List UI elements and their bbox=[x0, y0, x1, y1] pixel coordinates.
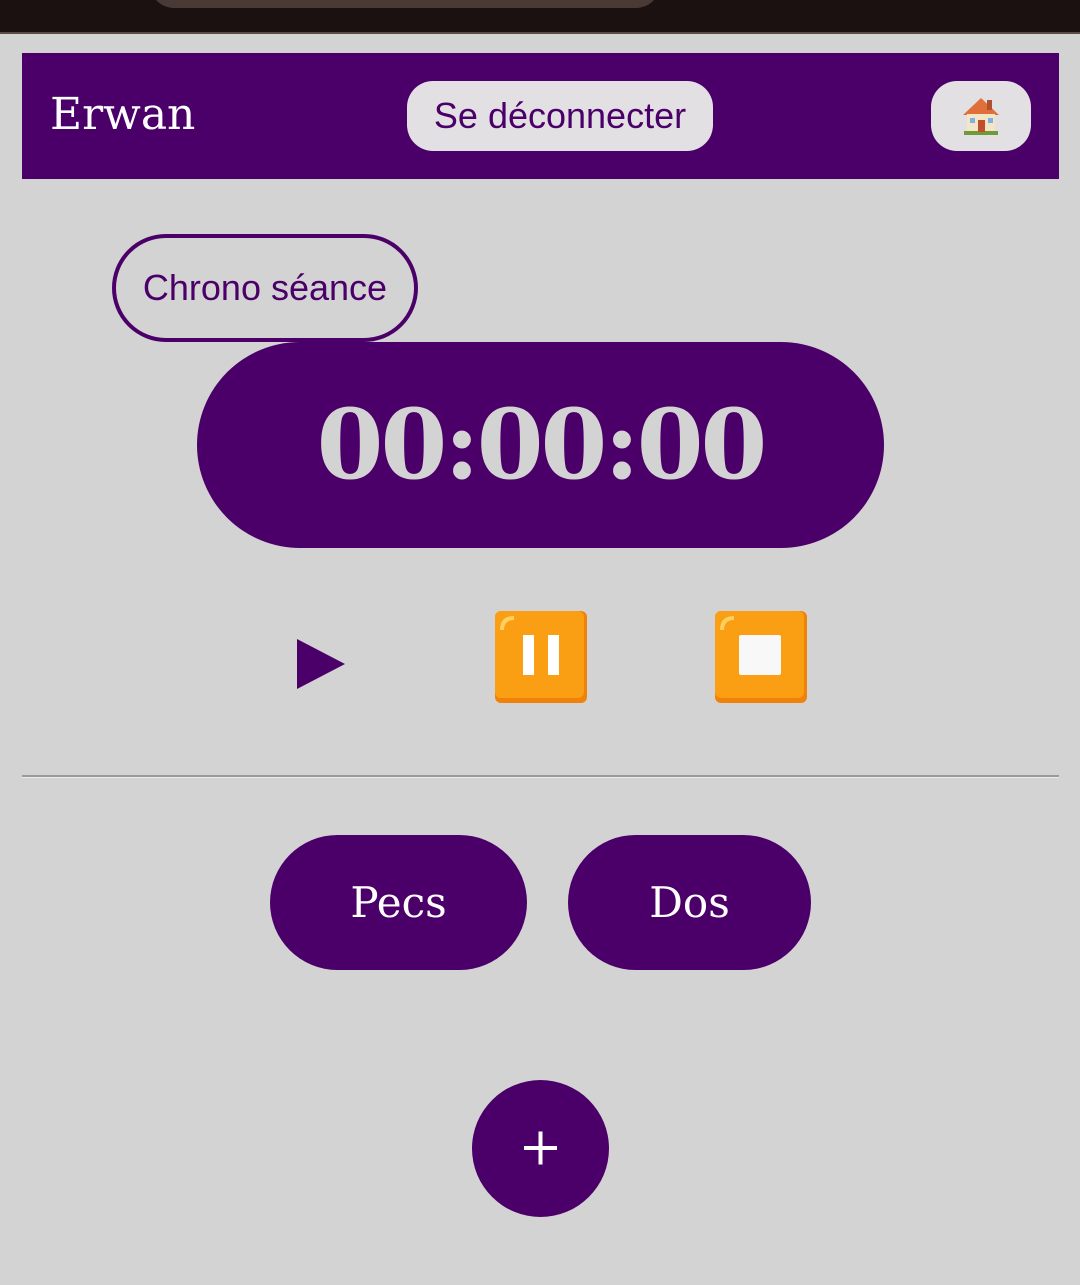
stop-button[interactable] bbox=[714, 610, 808, 704]
add-button[interactable] bbox=[472, 1080, 609, 1217]
logout-button[interactable]: Se déconnecter bbox=[407, 81, 713, 151]
status-bar bbox=[0, 0, 1080, 34]
user-name: Erwan bbox=[50, 89, 196, 140]
play-button[interactable] bbox=[290, 630, 350, 696]
stop-icon bbox=[715, 611, 807, 703]
chrono-label: Chrono séance bbox=[112, 234, 418, 342]
category-button-dos[interactable]: Dos bbox=[568, 835, 811, 970]
timer-display: 00:00:00 bbox=[197, 342, 884, 548]
house-icon bbox=[963, 98, 999, 135]
section-divider bbox=[22, 775, 1059, 778]
camera-notch bbox=[150, 0, 660, 8]
play-icon bbox=[297, 639, 345, 689]
category-button-pecs[interactable]: Pecs bbox=[270, 835, 527, 970]
plus-icon bbox=[524, 1131, 557, 1165]
pause-icon bbox=[495, 611, 587, 703]
home-button[interactable] bbox=[931, 81, 1031, 151]
pause-button[interactable] bbox=[494, 610, 588, 704]
app-header: Erwan Se déconnecter bbox=[22, 53, 1059, 179]
